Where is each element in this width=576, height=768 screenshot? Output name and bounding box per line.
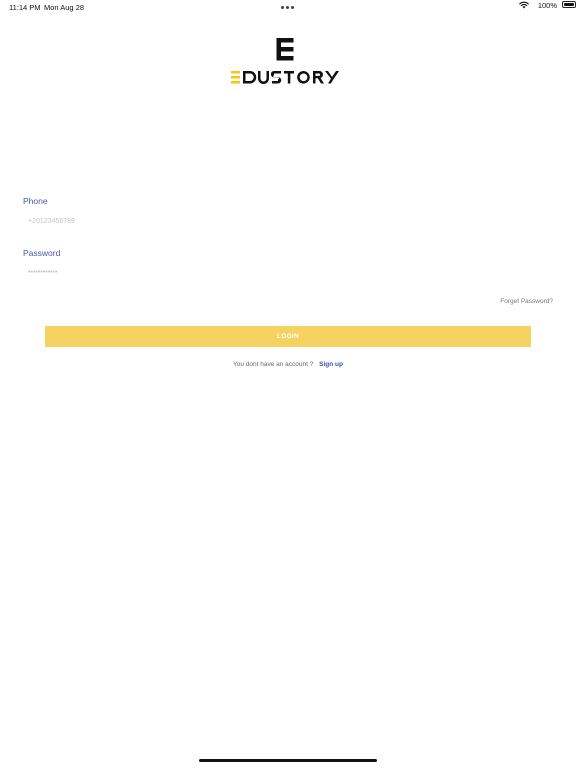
password-label: Password (23, 248, 61, 258)
logo-letter-e (231, 71, 240, 84)
logo-letter-r (313, 70, 324, 84)
logo-letter-t (284, 71, 294, 84)
login-button[interactable]: LOGIN (45, 326, 531, 347)
edustory-logo (231, 38, 339, 84)
logo-letter-d (243, 71, 257, 84)
battery-icon (562, 1, 576, 8)
home-indicator[interactable] (199, 759, 377, 762)
status-bar: 11:14 PM Mon Aug 28 100% (0, 0, 576, 14)
signup-prompt: You dont have an account ? (232, 361, 314, 368)
status-date: Mon Aug 28 (44, 3, 85, 12)
more-dots-icon[interactable] (281, 6, 295, 9)
signup-link[interactable]: Sign up (319, 361, 343, 368)
wifi-icon (519, 1, 529, 9)
forgot-password-link[interactable]: Forget Password? (500, 298, 553, 305)
logo-letter-s (270, 71, 282, 84)
phone-input[interactable] (23, 213, 558, 229)
logo-mark (276, 38, 294, 61)
status-time: 11:14 PM (9, 3, 41, 12)
phone-label: Phone (23, 196, 48, 206)
battery-percent: 100% (537, 1, 557, 10)
password-input[interactable] (23, 264, 558, 280)
logo-letter-y (325, 71, 339, 84)
signup-row: You dont have an account ? Sign up (0, 361, 576, 368)
logo-letter-u (258, 71, 269, 84)
logo-letter-o (297, 71, 310, 84)
